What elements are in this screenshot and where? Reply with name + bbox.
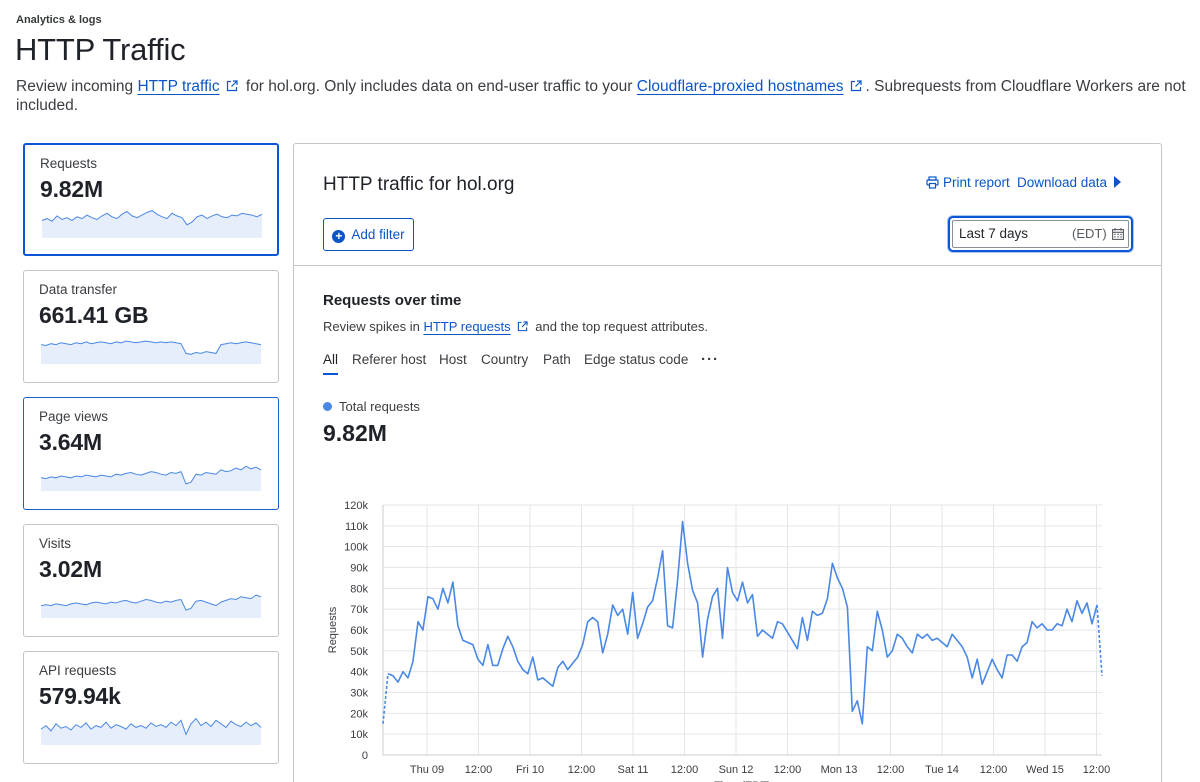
x-tick-label: Sat 11 (618, 764, 649, 776)
x-tick-label: Tue 14 (925, 764, 959, 776)
requests-chart: 0 10k 20k 30k 40k 50k 60k 70k 80k 90k 100k 110k 120k… (327, 500, 1111, 782)
section-desc-suffix: and the top request attributes. (531, 319, 708, 334)
metric-label: API requests (39, 663, 117, 678)
print-report-label: Print report (943, 175, 1010, 190)
timezone-label: (EDT) (1072, 226, 1107, 241)
series-partial-start (382, 673, 389, 724)
section-description: Review spikes in HTTP requests and the t… (323, 319, 708, 334)
legend-label: Total requests (339, 399, 420, 414)
series-partial-end (1096, 604, 1103, 676)
y-tick-label: 40k (350, 667, 368, 679)
metric-sparkline (41, 210, 263, 238)
http-requests-link[interactable]: HTTP requests (423, 319, 510, 334)
sparkline-area (41, 341, 261, 364)
x-tick-label: 12:00 (465, 764, 493, 776)
tab-path[interactable]: Path (543, 352, 571, 367)
series-line-total-requests (387, 520, 1098, 725)
metric-card-requests[interactable]: Requests 9.82M (23, 143, 279, 256)
page-title: HTTP Traffic (15, 32, 186, 67)
x-tick-label: 12:00 (1083, 764, 1111, 776)
desc-middle: for hol.org. Only includes data on end-u… (241, 78, 637, 95)
proxied-hostnames-link[interactable]: Cloudflare-proxied hostnames (637, 78, 844, 95)
date-range-select[interactable]: Last 7 days (EDT) (948, 216, 1133, 252)
page-description: Review incoming HTTP traffic for hol.org… (16, 77, 1186, 115)
breadcrumb: Analytics & logs (16, 14, 102, 26)
y-tick-label: 0 (362, 750, 368, 762)
x-tick-label: Thu 09 (410, 764, 444, 776)
metric-value: 3.64M (39, 429, 102, 455)
plus-circle-icon: + (332, 229, 346, 243)
metric-card-data-transfer[interactable]: Data transfer 661.41 GB (23, 270, 279, 383)
sparkline-area (42, 210, 262, 238)
x-tick-label: Mon 13 (821, 764, 858, 776)
calendar-icon (1112, 228, 1124, 240)
panel-title: HTTP traffic for hol.org (323, 174, 515, 195)
caret-right-icon (1114, 176, 1122, 188)
section-title: Requests over time (323, 292, 462, 309)
metric-card-api-requests[interactable]: API requests 579.94k (23, 651, 279, 764)
add-filter-button[interactable]: + Add filter (323, 218, 414, 251)
add-filter-label: Add filter (351, 226, 405, 242)
x-tick-label: 12:00 (877, 764, 905, 776)
panel-divider (294, 265, 1161, 266)
y-tick-label: 30k (350, 688, 368, 700)
http-traffic-link[interactable]: HTTP traffic (137, 78, 219, 95)
printer-icon (926, 176, 939, 189)
y-tick-label: 10k (350, 729, 368, 741)
y-tick-label: 110k (345, 521, 369, 533)
external-link-icon[interactable] (517, 321, 528, 332)
chart-legend: Total requests (323, 399, 420, 414)
tab-referer-host[interactable]: Referer host (352, 352, 426, 367)
more-tabs-button[interactable]: ··· (701, 351, 719, 368)
y-tick-label: 90k (350, 563, 368, 575)
total-requests-value: 9.82M (323, 420, 387, 446)
tab-host[interactable]: Host (439, 352, 467, 367)
metric-value: 3.02M (39, 556, 102, 582)
y-tick-label: 60k (350, 625, 368, 637)
metric-card-visits[interactable]: Visits 3.02M (23, 524, 279, 637)
y-axis-label: Requests (327, 606, 339, 653)
section-desc-prefix: Review spikes in (323, 319, 424, 334)
sparkline-area (41, 466, 261, 491)
metric-sparkline (40, 340, 262, 364)
y-tick-label: 70k (350, 604, 368, 616)
metric-sparkline (40, 594, 262, 618)
date-range-value: Last 7 days (959, 226, 1029, 241)
metric-value: 661.41 GB (39, 302, 149, 328)
x-tick-label: 12:00 (671, 764, 699, 776)
desc-prefix: Review incoming (16, 78, 138, 95)
legend-dot-icon (323, 402, 332, 411)
x-tick-label: Wed 15 (1026, 764, 1064, 776)
metric-label: Requests (40, 156, 98, 171)
x-tick-label: 12:00 (568, 764, 596, 776)
traffic-panel: HTTP traffic for hol.org Print report Do… (293, 143, 1162, 782)
download-data-label: Download data (1017, 175, 1108, 190)
metric-value: 9.82M (40, 176, 103, 202)
metric-sparkline (40, 717, 262, 745)
metric-label: Data transfer (39, 282, 118, 297)
x-tick-label: 12:00 (774, 764, 802, 776)
y-tick-label: 20k (350, 708, 368, 720)
x-tick-label: 12:00 (980, 764, 1008, 776)
y-tick-label: 80k (350, 583, 368, 595)
print-report-link[interactable]: Print report (926, 175, 1010, 190)
metric-label: Visits (39, 536, 72, 551)
download-data-link[interactable]: Download data (1017, 175, 1122, 190)
sparkline-area (41, 595, 261, 618)
y-tick-label: 100k (344, 542, 368, 554)
metric-label: Page views (39, 409, 109, 424)
x-tick-label: Fri 10 (516, 764, 544, 776)
tab-all[interactable]: All (323, 352, 339, 375)
y-tick-label: 50k (350, 646, 368, 658)
external-link-icon[interactable] (850, 80, 862, 92)
y-tick-label: 120k (344, 500, 368, 512)
metric-card-page-views[interactable]: Page views 3.64M (23, 397, 279, 510)
x-tick-label: Sun 12 (719, 764, 754, 776)
metric-value: 579.94k (39, 683, 121, 709)
tab-country[interactable]: Country (481, 352, 528, 367)
metric-sparkline (40, 465, 262, 491)
tab-edge-status-code[interactable]: Edge status code (584, 352, 688, 367)
external-link-icon[interactable] (226, 80, 238, 92)
